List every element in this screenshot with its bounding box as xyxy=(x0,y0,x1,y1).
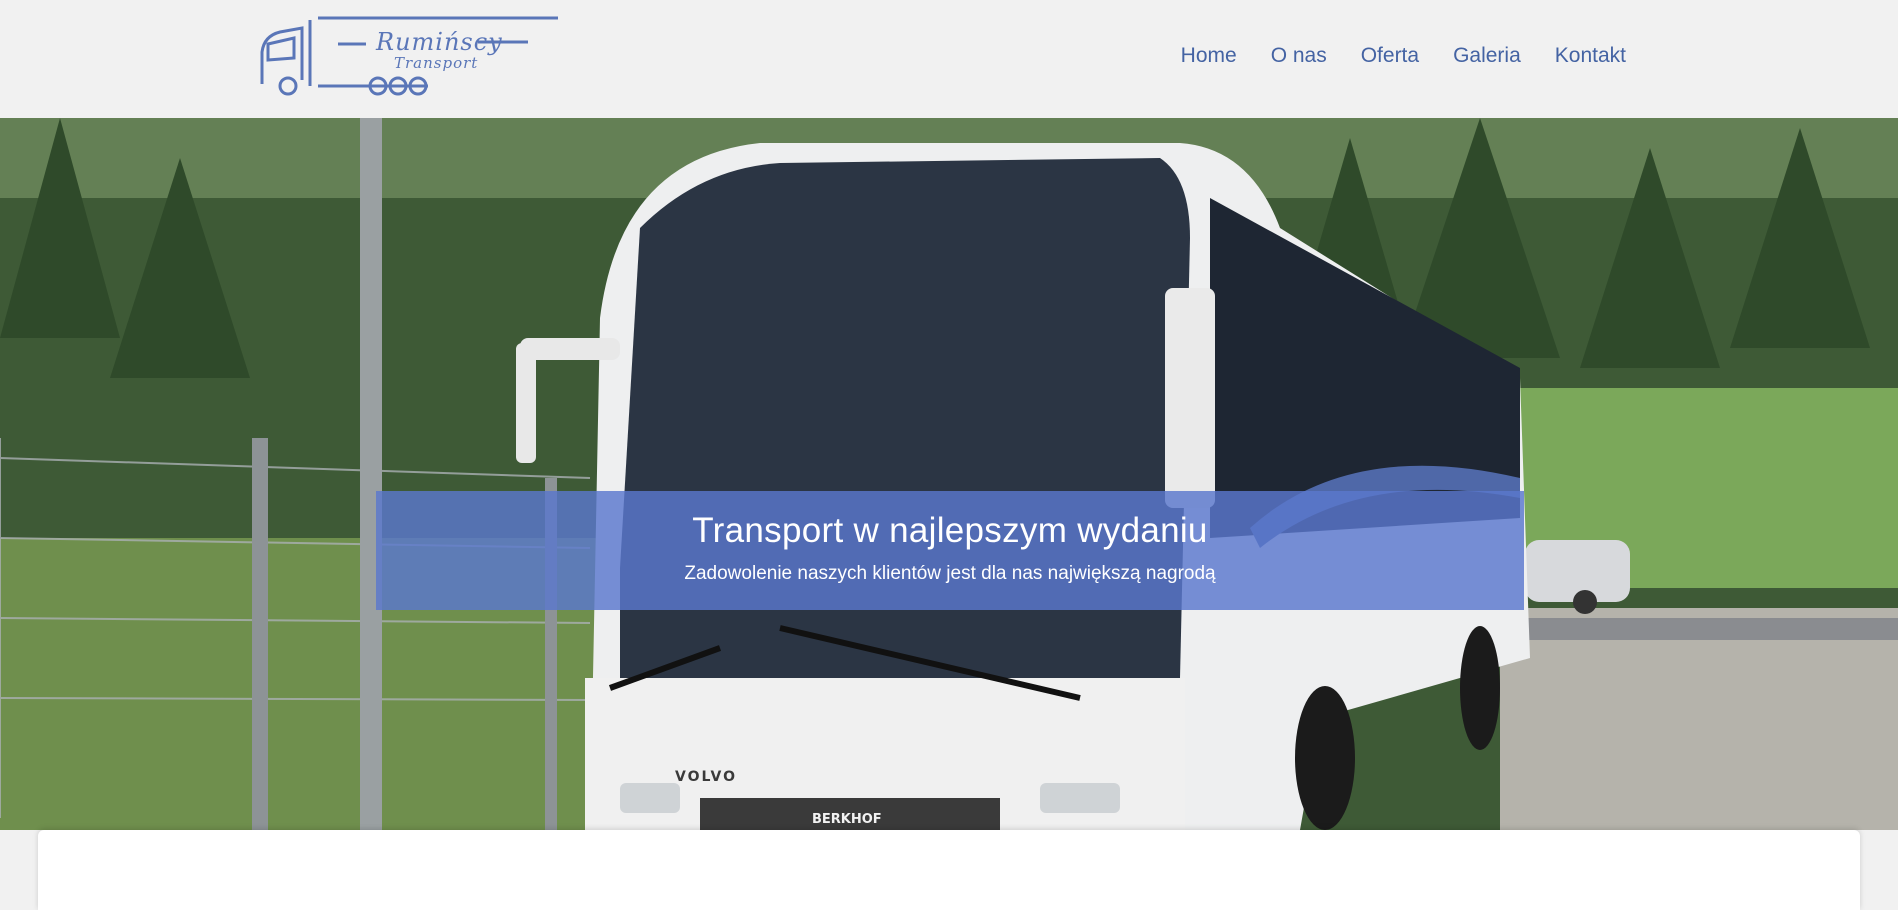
hero-banner: VOLVO BERKHOF Transport w najlepszym wyd… xyxy=(0,118,1898,830)
nav-o-nas[interactable]: O nas xyxy=(1271,44,1327,68)
bus-photo xyxy=(0,118,1898,830)
bus-grille-label: BERKHOF xyxy=(812,812,882,827)
hero-subtitle: Zadowolenie naszych klientów jest dla na… xyxy=(684,563,1216,584)
logo-text-sub: Transport xyxy=(394,54,479,72)
logo[interactable]: Rumińscy Transport xyxy=(258,14,558,100)
hero-caption: Transport w najlepszym wydaniu Zadowolen… xyxy=(376,491,1524,610)
nav-kontakt[interactable]: Kontakt xyxy=(1555,44,1626,68)
nav-galeria[interactable]: Galeria xyxy=(1453,44,1521,68)
bus-brand-label: VOLVO xyxy=(675,769,737,785)
main-nav: Home O nas Oferta Galeria Kontakt xyxy=(1181,44,1626,68)
content-card xyxy=(38,830,1860,910)
nav-home[interactable]: Home xyxy=(1181,44,1237,68)
hero-title: Transport w najlepszym wydaniu xyxy=(692,511,1208,550)
site-header: Rumińscy Transport Home O nas Oferta Gal… xyxy=(0,0,1898,119)
nav-oferta[interactable]: Oferta xyxy=(1361,44,1419,68)
logo-text-main: Rumińscy xyxy=(376,28,503,56)
